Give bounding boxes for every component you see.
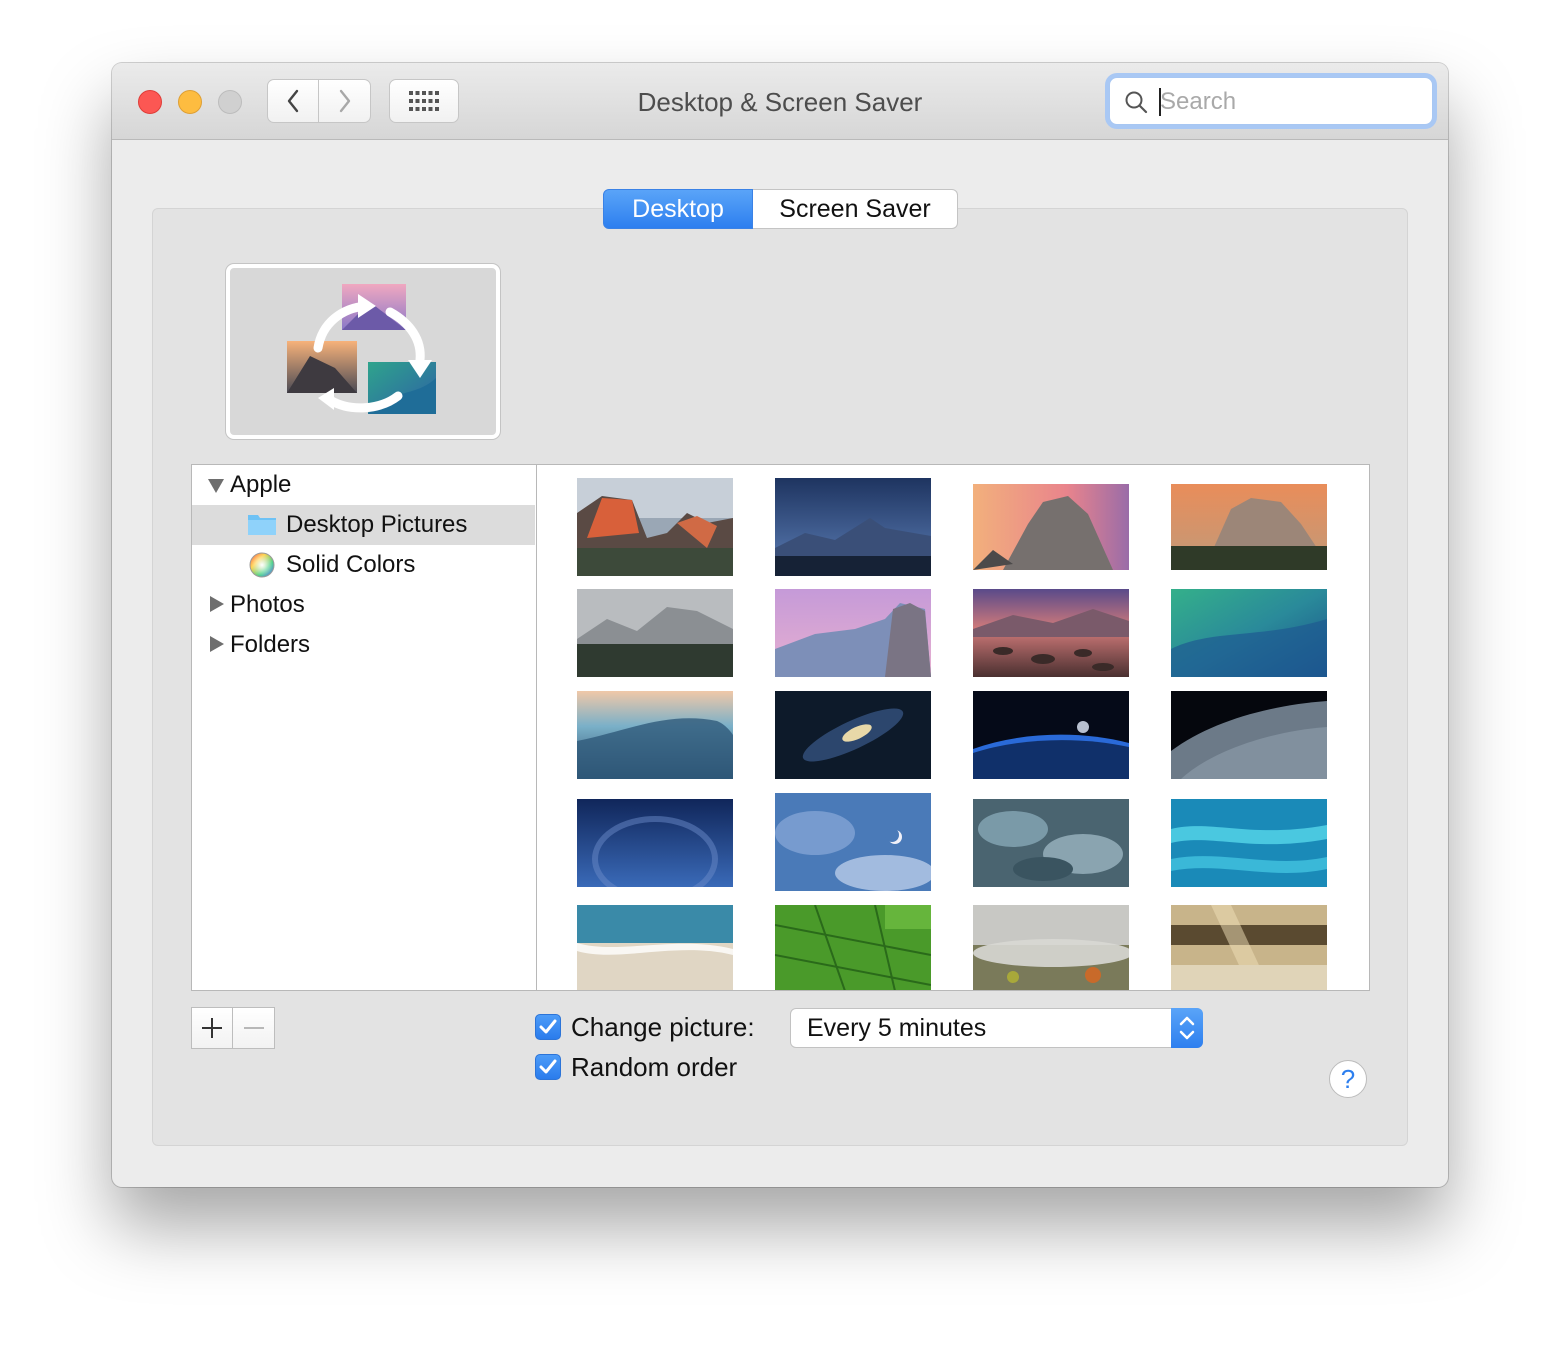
minus-icon [243, 1027, 264, 1029]
source-item-folders[interactable]: Folders [192, 625, 535, 665]
chevron-up-down-icon [1179, 1016, 1195, 1040]
random-order-checkbox[interactable] [535, 1054, 561, 1080]
wallpaper-earth-horizon-image [973, 691, 1129, 779]
preferences-window: Desktop & Screen Saver Desktop Screen Sa… [112, 63, 1448, 1187]
add-folder-button[interactable] [191, 1007, 233, 1049]
wallpaper-sunlit-fog-image [1171, 905, 1327, 990]
current-desktop-preview [226, 264, 500, 439]
wallpaper-milky-way-image [577, 799, 733, 887]
tab-desktop[interactable]: Desktop [603, 189, 753, 229]
wallpaper-thumbnail[interactable] [1171, 799, 1327, 887]
disclosure-triangle-icon[interactable] [210, 596, 224, 612]
interval-value: Every 5 minutes [807, 1014, 987, 1042]
wallpaper-thumbnail[interactable] [775, 478, 931, 576]
change-picture-checkbox[interactable] [535, 1014, 561, 1040]
wallpaper-thumbnail[interactable] [775, 691, 931, 779]
wallpaper-thumbnail[interactable] [577, 799, 733, 887]
interval-popup[interactable]: Every 5 minutes [790, 1008, 1203, 1048]
wallpaper-yosemite-snow-image [577, 589, 733, 677]
source-item-label: Apple [230, 471, 292, 498]
wallpaper-lake-sunset-image [973, 589, 1129, 677]
wallpaper-thumbnail[interactable] [1171, 905, 1327, 990]
wallpaper-moon-sky-image [775, 793, 931, 891]
wallpaper-thumbnail[interactable] [1171, 691, 1327, 779]
wallpaper-earth-orbit-image [1171, 691, 1327, 779]
wallpaper-beach-image [577, 905, 733, 990]
popup-stepper [1171, 1008, 1203, 1048]
wallpaper-thumbnail[interactable] [973, 484, 1129, 570]
source-item-label: Solid Colors [286, 551, 416, 578]
wallpaper-thumbnail[interactable] [577, 905, 733, 990]
search-field[interactable] [1109, 77, 1433, 125]
tab-screen-saver[interactable]: Screen Saver [753, 189, 958, 229]
wallpaper-galaxy-image [775, 691, 931, 779]
wallpaper-mavericks-wave-image [1171, 589, 1327, 677]
wallpaper-foggy-forest-image [973, 905, 1129, 990]
wallpaper-thumbnail[interactable] [577, 478, 733, 576]
disclosure-triangle-icon[interactable] [210, 636, 224, 652]
checkmark-icon [539, 1059, 557, 1074]
change-picture-label[interactable]: Change picture: [571, 1012, 755, 1043]
source-item-solid-colors[interactable]: Solid Colors [192, 545, 535, 585]
wallpaper-thumbnail[interactable] [973, 589, 1129, 677]
rotating-pictures-icon [287, 284, 436, 414]
search-icon [1125, 91, 1148, 114]
source-item-label: Photos [230, 591, 305, 618]
folder-icon [248, 515, 276, 535]
wallpaper-half-dome-pink-image [775, 589, 931, 677]
wallpaper-thumbnail[interactable] [1171, 589, 1327, 677]
random-order-label[interactable]: Random order [571, 1052, 737, 1083]
wallpaper-yosemite-dawn-image [973, 484, 1129, 570]
wallpaper-ocean-sandbars-image [1171, 799, 1327, 887]
wallpaper-thumbnail[interactable] [775, 589, 931, 677]
source-list: Apple Desktop Pictures Solid Colors Phot… [191, 464, 536, 991]
wallpaper-thumbnail[interactable] [1171, 484, 1327, 570]
color-wheel-icon [249, 552, 275, 578]
source-item-apple[interactable]: Apple [192, 465, 535, 505]
checkmark-icon [539, 1019, 557, 1034]
source-item-label: Desktop Pictures [286, 511, 468, 538]
plus-icon [202, 1018, 222, 1038]
source-item-desktop-pictures[interactable]: Desktop Pictures [192, 505, 535, 545]
title-bar[interactable]: Desktop & Screen Saver [112, 63, 1448, 140]
wallpaper-clouds-image [973, 799, 1129, 887]
help-button[interactable]: ? [1329, 1060, 1367, 1098]
wallpaper-el-capitan-image [577, 478, 733, 576]
wallpaper-thumbnail[interactable] [775, 905, 931, 990]
search-input[interactable] [1158, 84, 1422, 120]
wallpaper-thumbnail[interactable] [973, 691, 1129, 779]
wallpaper-thumbnail[interactable] [973, 799, 1129, 887]
disclosure-triangle-icon[interactable] [208, 479, 224, 493]
source-item-label: Folders [230, 631, 311, 658]
picture-grid [536, 464, 1370, 991]
source-item-photos[interactable]: Photos [192, 585, 535, 625]
wallpaper-yosemite-sunset-image [1171, 484, 1327, 570]
wallpaper-thumbnail[interactable] [775, 793, 931, 891]
wallpaper-thumbnail[interactable] [577, 691, 733, 779]
remove-folder-button[interactable] [233, 1007, 275, 1049]
wallpaper-thumbnail[interactable] [973, 905, 1129, 990]
wallpaper-yosemite-night-image [775, 478, 931, 576]
wallpaper-wave-image [577, 691, 733, 779]
wallpaper-thumbnail[interactable] [577, 589, 733, 677]
wallpaper-green-fields-image [775, 905, 931, 990]
